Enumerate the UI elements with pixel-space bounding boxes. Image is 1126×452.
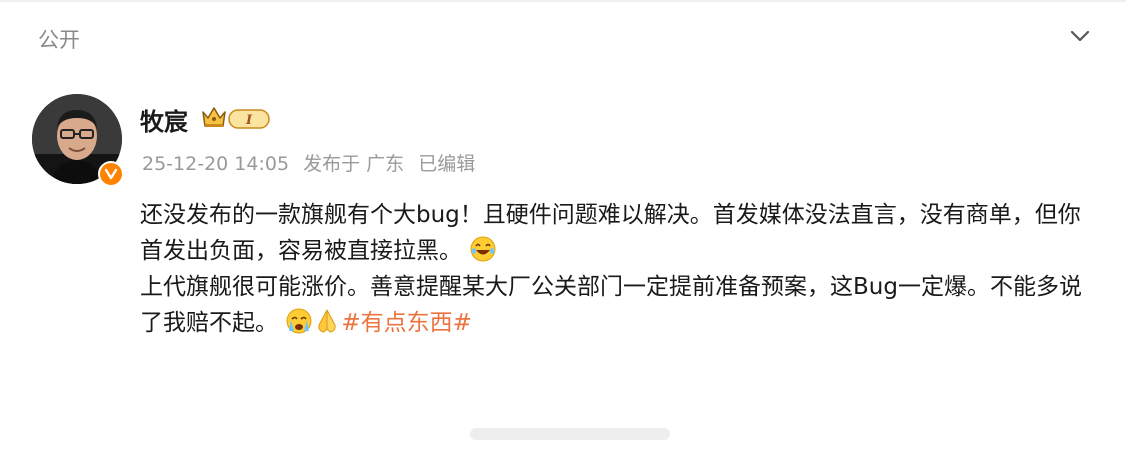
hashtag-link[interactable]: #有点东西# <box>341 310 472 336</box>
laugh-cry-emoji-icon <box>470 236 496 262</box>
content-text-2: 上代旗舰很可能涨价。善意提醒某大厂公关部门一定提前准备预案，这Bug一定爆。不能… <box>140 274 1082 336</box>
post-content: 还没发布的一款旗舰有个大bug！且硬件问题难以解决。首发媒体没法直言，没有商单，… <box>140 197 1100 341</box>
folded-hands-emoji-icon <box>318 309 336 333</box>
content-paragraph-1: 还没发布的一款旗舰有个大bug！且硬件问题难以解决。首发媒体没法直言，没有商单，… <box>140 197 1100 269</box>
top-divider <box>0 0 1126 2</box>
author-name[interactable]: 牧宸 <box>140 102 188 137</box>
content-text-1: 还没发布的一款旗舰有个大bug！且硬件问题难以解决。首发媒体没法直言，没有商单，… <box>140 202 1081 264</box>
crown-icon[interactable] <box>200 104 228 130</box>
crying-emoji-icon <box>286 308 312 334</box>
blurred-footer <box>470 428 670 440</box>
chevron-down-icon[interactable] <box>1066 24 1094 48</box>
level-badge-text: I <box>245 113 253 128</box>
visibility-label[interactable]: 公开 <box>38 24 80 54</box>
post-timestamp[interactable]: 25-12-20 14:05 <box>142 153 289 175</box>
member-level-badge[interactable]: I <box>228 108 270 130</box>
post-meta: 25-12-20 14:05 发布于 广东 已编辑 <box>142 149 483 176</box>
edited-label[interactable]: 已编辑 <box>418 153 475 175</box>
weibo-post-page: 公开 牧宸 I 25-12-20 14:05 发布于 广东 已编辑 还没发布的一… <box>0 0 1126 452</box>
verified-v-icon <box>98 161 124 187</box>
post-location: 发布于 广东 <box>303 153 405 175</box>
content-paragraph-2: 上代旗舰很可能涨价。善意提醒某大厂公关部门一定提前准备预案，这Bug一定爆。不能… <box>140 269 1100 341</box>
